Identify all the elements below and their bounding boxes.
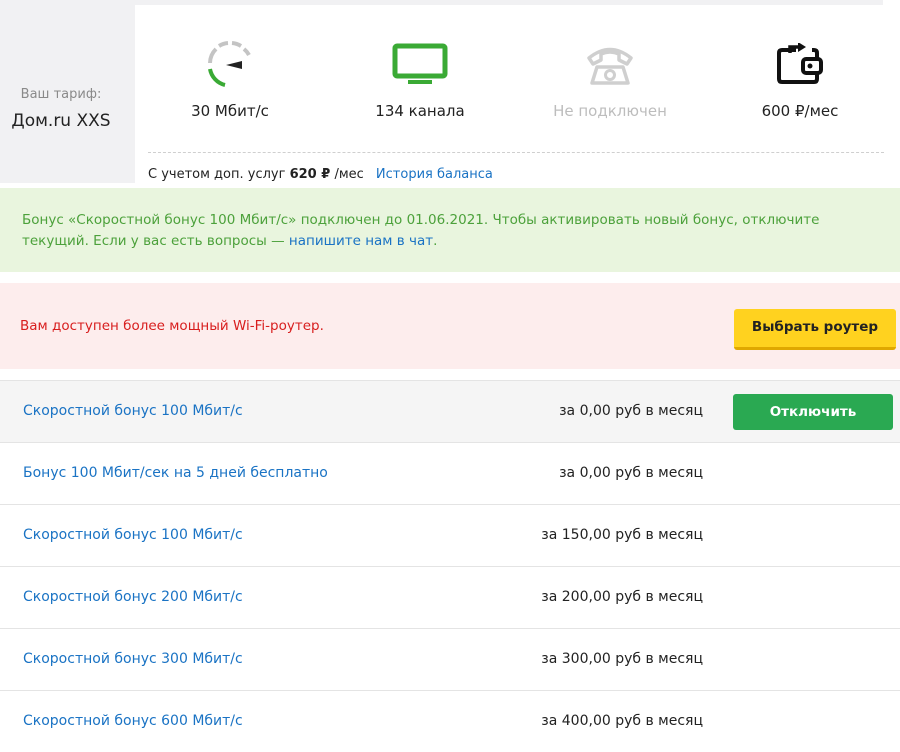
wallet-icon <box>705 35 895 95</box>
bonus-name-link[interactable]: Скоростной бонус 600 Мбит/с <box>23 713 243 729</box>
list-item: Скоростной бонус 600 Мбит/с за 400,00 ру… <box>0 690 900 752</box>
tariff-name: Дом.ru XXS <box>11 111 111 131</box>
bonus-price: за 0,00 руб в месяц <box>559 403 703 419</box>
divider <box>148 152 884 153</box>
bonus-notice: Бонус «Скоростной бонус 100 Мбит/с» подк… <box>0 188 900 272</box>
bonus-list: Скоростной бонус 100 Мбит/с за 0,00 руб … <box>0 380 900 752</box>
speed-value: 30 Мбит/с <box>191 102 269 120</box>
phone-icon <box>515 35 705 95</box>
bonus-price: за 150,00 руб в месяц <box>541 527 703 543</box>
stat-phone: Не подключен <box>515 35 705 120</box>
list-item: Бонус 100 Мбит/сек на 5 дней бесплатно з… <box>0 442 900 504</box>
bonus-price: за 300,00 руб в месяц <box>541 651 703 667</box>
stat-tv: 134 канала <box>325 35 515 120</box>
payment-value: 600 ₽/мес <box>761 102 839 120</box>
bonus-name-link[interactable]: Скоростной бонус 200 Мбит/с <box>23 589 243 605</box>
tv-channels-value: 134 канала <box>375 102 465 120</box>
disable-bonus-button[interactable]: Отключить <box>733 394 893 430</box>
balance-line: С учетом доп. услуг 620 ₽ /мес История б… <box>148 167 493 182</box>
list-item: Скоростной бонус 100 Мбит/с за 0,00 руб … <box>0 380 900 442</box>
bonus-name-link[interactable]: Скоростной бонус 100 Мбит/с <box>23 403 243 419</box>
top-strip <box>135 0 883 5</box>
phone-status-value: Не подключен <box>553 102 667 120</box>
bonus-price: за 0,00 руб в месяц <box>559 465 703 481</box>
bonus-name-link[interactable]: Бонус 100 Мбит/сек на 5 дней бесплатно <box>23 465 328 481</box>
bonus-notice-text: Бонус «Скоростной бонус 100 Мбит/с» подк… <box>0 188 900 252</box>
tv-icon <box>325 35 515 95</box>
bonus-notice-end: . <box>433 233 438 249</box>
bonus-name-link[interactable]: Скоростной бонус 300 Мбит/с <box>23 651 243 667</box>
bonus-price: за 400,00 руб в месяц <box>541 713 703 729</box>
balance-prefix: С учетом доп. услуг <box>148 167 286 182</box>
balance-amount: 620 ₽ <box>289 167 331 182</box>
stat-payment: 600 ₽/мес <box>705 35 895 120</box>
balance-history-link[interactable]: История баланса <box>376 167 493 182</box>
router-offer-message: Вам доступен более мощный Wi-Fi-роутер. <box>20 318 324 334</box>
list-item: Скоростной бонус 200 Мбит/с за 200,00 ру… <box>0 566 900 628</box>
list-item: Скоростной бонус 300 Мбит/с за 300,00 ру… <box>0 628 900 690</box>
chat-link[interactable]: напишите нам в чат <box>289 233 433 249</box>
stat-speed: 30 Мбит/с <box>135 35 325 120</box>
balance-suffix: /мес <box>334 167 364 182</box>
bonus-name-link[interactable]: Скоростной бонус 100 Мбит/с <box>23 527 243 543</box>
speedometer-icon <box>135 35 325 95</box>
choose-router-button[interactable]: Выбрать роутер <box>734 309 896 350</box>
tariff-label: Ваш тариф: <box>20 87 102 102</box>
list-item: Скоростной бонус 100 Мбит/с за 150,00 ру… <box>0 504 900 566</box>
bonus-price: за 200,00 руб в месяц <box>541 589 703 605</box>
